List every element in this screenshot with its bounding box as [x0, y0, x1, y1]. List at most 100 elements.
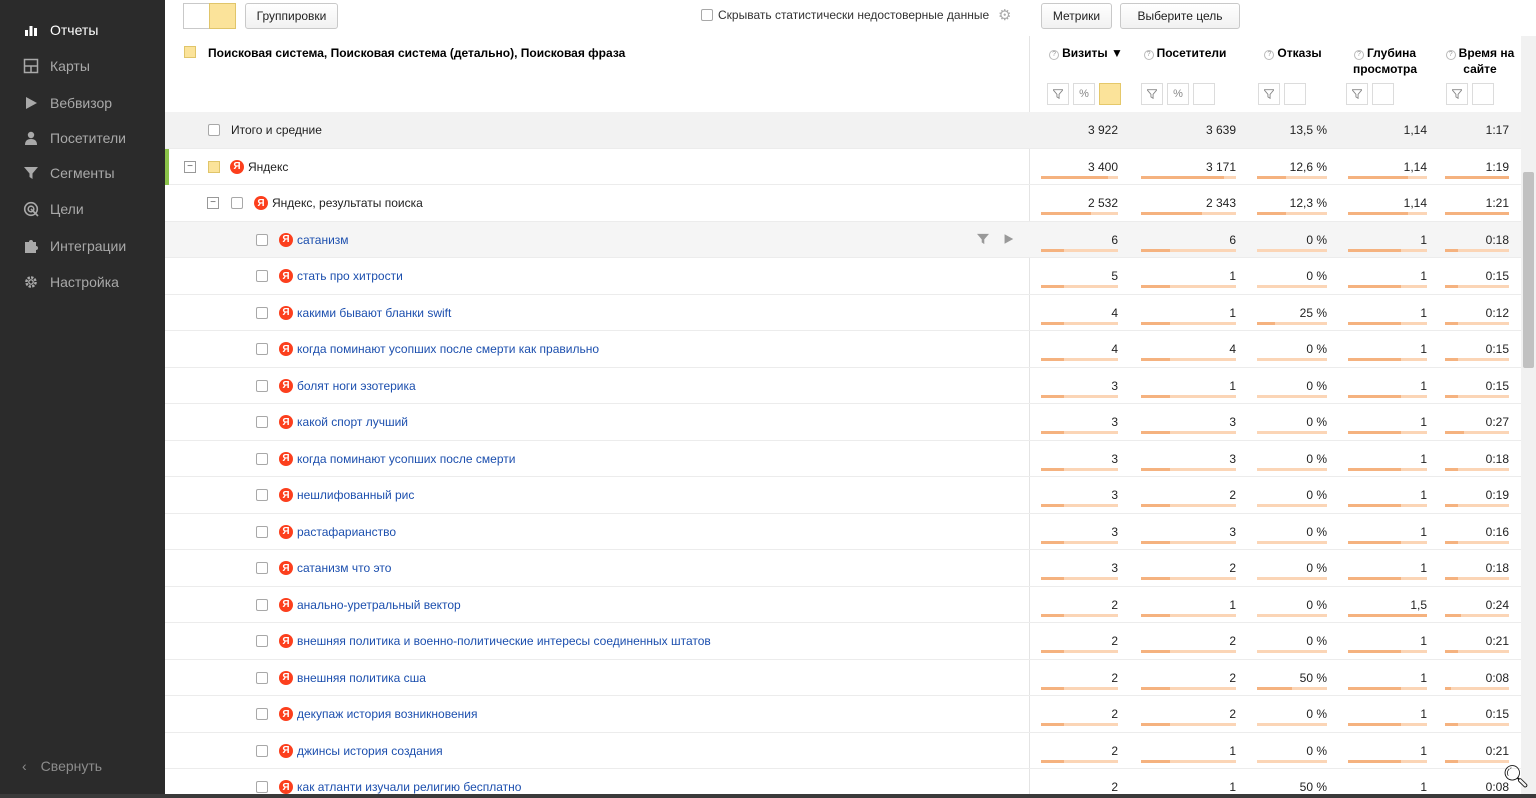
table-row[interactable]: Якогда поминают усопших после смерти как… [165, 331, 1521, 368]
help-icon[interactable]: ? [1049, 50, 1060, 60]
help-icon[interactable]: ? [1445, 50, 1456, 60]
table-row[interactable]: Явнешняя политика сша 2 2 50 % 1 0:08 [165, 660, 1521, 696]
column-header-depth[interactable]: ? Глубина просмотра [1345, 45, 1425, 77]
row-checkbox[interactable] [256, 452, 268, 465]
row-checkbox[interactable] [256, 270, 268, 282]
row-checkbox[interactable] [256, 562, 268, 574]
row-checkbox[interactable] [256, 671, 268, 684]
search-phrase-link[interactable]: болят ноги эзотерика [297, 379, 416, 393]
column-color-swatch[interactable] [1284, 83, 1306, 105]
sidebar-item-1[interactable]: Карты [0, 48, 165, 84]
column-percent-icon[interactable]: % [1167, 83, 1189, 105]
color-swatch-yellow[interactable] [209, 3, 236, 29]
search-phrase-link[interactable]: сатанизм что это [297, 561, 391, 575]
row-checkbox[interactable] [256, 489, 268, 501]
search-phrase-link[interactable]: когда поминают усопших после смерти как … [297, 342, 599, 356]
row-checkbox[interactable] [256, 635, 268, 647]
gear-icon[interactable]: ⚙ [998, 6, 1011, 24]
row-checkbox[interactable] [256, 343, 268, 355]
column-filter-funnel-icon[interactable] [1446, 83, 1468, 105]
row-checkbox[interactable] [256, 233, 268, 246]
search-phrase-link[interactable]: какими бывают бланки swift [297, 306, 451, 320]
table-row[interactable]: Якакой спорт лучший 3 3 0 % 1 0:27 [165, 404, 1521, 441]
search-phrase-link[interactable]: когда поминают усопших после смерти [297, 452, 515, 466]
hide-unreliable-toggle[interactable]: Скрывать статистически недостоверные дан… [701, 8, 989, 22]
metrics-button[interactable]: Метрики [1041, 3, 1112, 29]
filter-funnel-icon[interactable] [977, 233, 989, 248]
row-checkbox[interactable] [256, 416, 268, 428]
groupings-button[interactable]: Группировки [245, 3, 338, 29]
column-filter-funnel-icon[interactable] [1141, 83, 1163, 105]
search-phrase-link[interactable]: сатанизм [297, 233, 349, 247]
sidebar-item-7[interactable]: Настройка [0, 264, 165, 300]
zoom-icon[interactable]: 🔍︎ [1502, 764, 1530, 790]
table-row[interactable]: Яджинсы история создания 2 1 0 % 1 0:21 [165, 733, 1521, 769]
column-filter-funnel-icon[interactable] [1258, 83, 1280, 105]
sidebar-item-5[interactable]: Цели [0, 191, 165, 227]
color-swatch-white[interactable] [183, 3, 210, 29]
column-header-visits[interactable]: ? Визиты ▼ [1046, 45, 1126, 61]
search-phrase-link[interactable]: декупаж история возникновения [297, 707, 477, 721]
search-phrase-link[interactable]: стать про хитрости [297, 269, 403, 283]
table-row[interactable]: Ясатанизм что это 3 2 0 % 1 0:18 [165, 550, 1521, 587]
row-checkbox[interactable] [256, 744, 268, 757]
select-goal-button[interactable]: Выберите цель [1120, 3, 1240, 29]
sidebar-item-6[interactable]: Интеграции [0, 228, 165, 264]
search-phrase-link[interactable]: джинсы история создания [297, 744, 443, 758]
table-row[interactable]: Яанально-уретральный вектор 2 1 0 % 1,5 0:24 [165, 587, 1521, 623]
collapse-toggle-icon[interactable]: − [184, 160, 196, 173]
table-row[interactable]: Явнешняя политика и военно-политические … [165, 623, 1521, 660]
search-phrase-link[interactable]: внешняя политика и военно-политические и… [297, 634, 711, 648]
help-icon[interactable]: ? [1264, 50, 1275, 60]
table-row[interactable]: Итого и средние 3 922 3 639 13,5 % 1,14 1:17 [165, 112, 1521, 149]
column-color-swatch[interactable] [1372, 83, 1394, 105]
search-phrase-link[interactable]: растафарианство [297, 525, 396, 539]
table-row[interactable]: Якогда поминают усопших после смерти 3 3 0 … [165, 441, 1521, 477]
table-row[interactable]: Ярастафарианство 3 3 0 % 1 0:16 [165, 514, 1521, 550]
play-icon[interactable] [1003, 233, 1014, 248]
row-checkbox[interactable] [256, 781, 268, 793]
row-color-swatch[interactable] [208, 160, 220, 173]
table-row[interactable]: − Я Яндекс 3 400 3 171 12,6 % 1,14 1:19 [165, 148, 1521, 185]
sidebar-item-2[interactable]: Вебвизор [0, 85, 165, 121]
row-checkbox[interactable] [256, 525, 268, 538]
row-checkbox[interactable] [208, 124, 220, 136]
search-phrase-link[interactable]: как атланти изучали религию бесплатно [297, 780, 521, 794]
dimension-color-swatch[interactable] [184, 46, 196, 58]
column-header-bounces[interactable]: ? Отказы [1257, 45, 1329, 61]
column-color-swatch[interactable] [1099, 83, 1121, 105]
row-checkbox[interactable] [256, 598, 268, 611]
row-checkbox[interactable] [256, 306, 268, 319]
row-checkbox[interactable] [231, 197, 243, 209]
column-color-swatch[interactable] [1193, 83, 1215, 105]
table-row[interactable]: Яболят ноги эзотерика 3 1 0 % 1 0:15 [165, 368, 1521, 404]
column-filter-funnel-icon[interactable] [1047, 83, 1069, 105]
row-checkbox[interactable] [256, 379, 268, 392]
column-color-swatch[interactable] [1472, 83, 1494, 105]
sidebar-item-0[interactable]: Отчеты [0, 12, 165, 48]
column-filter-funnel-icon[interactable] [1346, 83, 1368, 105]
hide-unreliable-checkbox[interactable] [701, 9, 713, 21]
sidebar-item-3[interactable]: Посетители [0, 120, 165, 156]
sidebar-item-4[interactable]: Сегменты [0, 155, 165, 191]
table-row[interactable]: − Я Яндекс, результаты поиска 2 532 2 343 12,… [165, 185, 1521, 222]
collapse-sidebar-button[interactable]: ‹ Свернуть [22, 758, 102, 774]
search-phrase-link[interactable]: какой спорт лучший [297, 415, 408, 429]
search-phrase-link[interactable]: внешняя политика сша [297, 671, 426, 685]
help-icon[interactable]: ? [1143, 50, 1154, 60]
search-phrase-link[interactable]: анально-уретральный вектор [297, 598, 461, 612]
scrollbar[interactable] [1521, 36, 1536, 798]
search-phrase-link[interactable]: нешлифованный рис [297, 488, 414, 502]
table-row[interactable]: Ястать про хитрости 5 1 0 % 1 0:15 [165, 258, 1521, 295]
help-icon[interactable]: ? [1353, 50, 1364, 60]
column-percent-icon[interactable]: % [1073, 83, 1095, 105]
column-header-visitors[interactable]: ? Посетители [1140, 45, 1230, 61]
scrollbar-thumb[interactable] [1523, 172, 1534, 368]
row-checkbox[interactable] [256, 708, 268, 720]
table-row[interactable]: Ядекупаж история возникновения 2 2 0 % 1 0:15 [165, 696, 1521, 733]
table-row[interactable]: Янешлифованный рис 3 2 0 % 1 0:19 [165, 477, 1521, 514]
column-header-time[interactable]: ? Время на сайте [1445, 45, 1515, 77]
table-row[interactable]: Ясатанизм 6 6 0 % 1 0:18 [165, 221, 1521, 258]
collapse-toggle-icon[interactable]: − [207, 197, 219, 209]
table-row[interactable]: Якакими бывают бланки swift 4 1 25 % 1 0:12 [165, 295, 1521, 331]
